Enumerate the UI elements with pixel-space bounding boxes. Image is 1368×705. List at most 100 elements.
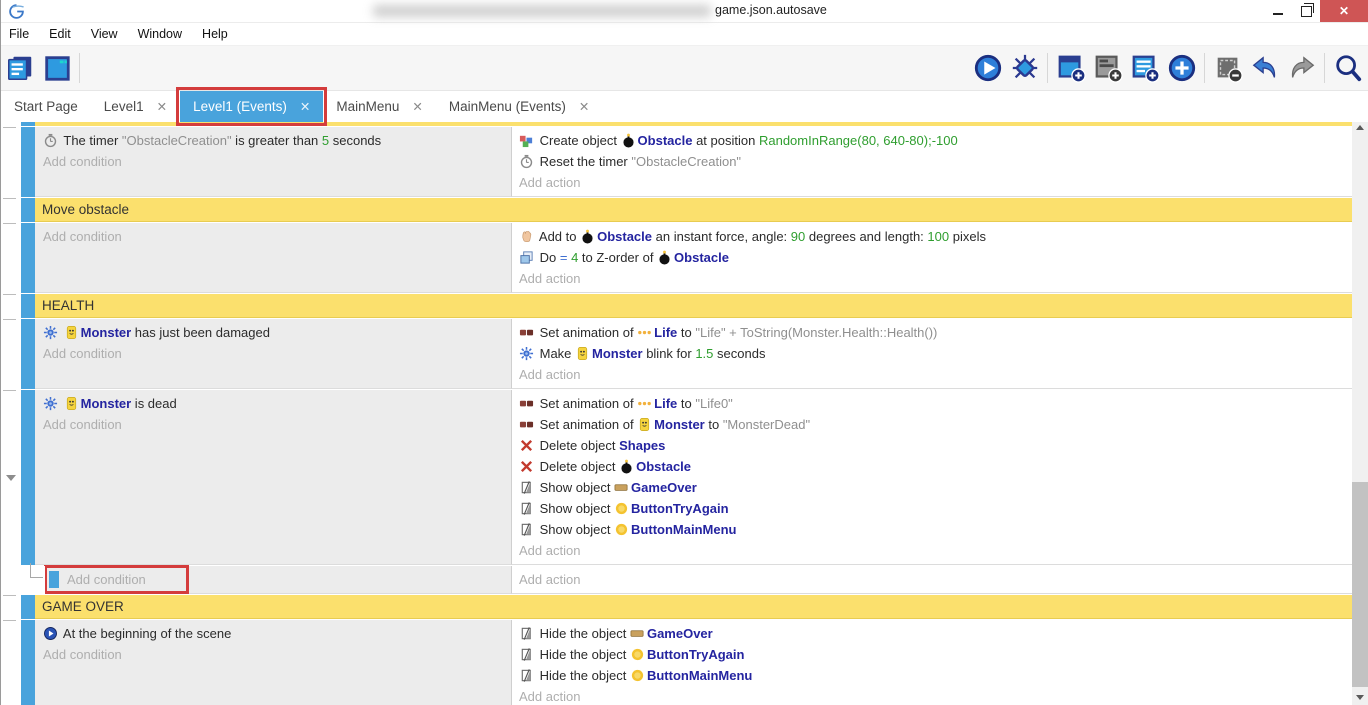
- action-line[interactable]: Hide the object GameOver: [519, 623, 1352, 644]
- tab-close-icon[interactable]: ✕: [157, 99, 167, 114]
- comment-row[interactable]: Move obstacle: [1, 198, 1352, 222]
- search-icon[interactable]: [1329, 50, 1366, 87]
- add-condition-button[interactable]: Add condition: [43, 151, 511, 172]
- restore-button[interactable]: [1292, 0, 1320, 22]
- preview-play-icon[interactable]: [969, 50, 1006, 87]
- add-comment-icon[interactable]: [1126, 50, 1163, 87]
- tab-label: MainMenu: [336, 99, 399, 114]
- toolbar-separator: [1047, 53, 1048, 83]
- scene-editor-icon[interactable]: [38, 50, 75, 87]
- scrollbar-thumb[interactable]: [1352, 482, 1368, 687]
- undo-icon[interactable]: [1246, 50, 1283, 87]
- project-manager-icon[interactable]: [1, 50, 38, 87]
- add-condition-button[interactable]: Add condition: [43, 414, 511, 435]
- tree-tick: [3, 127, 16, 128]
- add-condition-button[interactable]: Add condition: [43, 343, 511, 364]
- add-action-button[interactable]: Add action: [519, 268, 1352, 289]
- tab-mainmenu-events-[interactable]: MainMenu (Events)✕: [436, 91, 603, 122]
- close-button[interactable]: ✕: [1320, 0, 1368, 22]
- action-line[interactable]: Delete object Shapes: [519, 435, 1352, 456]
- tab-start-page[interactable]: Start Page: [1, 91, 91, 122]
- delete-event-icon[interactable]: [1209, 50, 1246, 87]
- add-new-icon[interactable]: [1163, 50, 1200, 87]
- menu-edit[interactable]: Edit: [39, 25, 81, 43]
- condition-line[interactable]: At the beginning of the scene: [43, 623, 511, 644]
- menu-view[interactable]: View: [81, 25, 128, 43]
- add-condition-button[interactable]: Add condition: [67, 569, 146, 590]
- timer-icon: [519, 154, 534, 169]
- comment-row[interactable]: GAME OVER: [1, 595, 1352, 619]
- condition-line[interactable]: The timer "ObstacleCreation" is greater …: [43, 130, 511, 151]
- event-selection-bar: [21, 620, 35, 705]
- vertical-scrollbar[interactable]: [1352, 119, 1368, 705]
- event-row[interactable]: At the beginning of the sceneAdd conditi…: [1, 620, 1352, 705]
- events-sheet: The timer "ObstacleCreation" is greater …: [1, 119, 1352, 705]
- delete-icon: [519, 459, 534, 474]
- minimize-button[interactable]: [1264, 0, 1292, 22]
- action-line[interactable]: Do = 4 to Z-order of Obstacle: [519, 247, 1352, 268]
- visibility-icon: [519, 668, 534, 683]
- scene-start-icon: [43, 626, 58, 641]
- action-line[interactable]: Set animation of Life to "Life" + ToStri…: [519, 322, 1352, 343]
- triangle-down-icon: [1356, 695, 1364, 700]
- action-line[interactable]: Show object GameOver: [519, 477, 1352, 498]
- menu-window[interactable]: Window: [128, 25, 192, 43]
- action-line[interactable]: Show object ButtonTryAgain: [519, 498, 1352, 519]
- tab-close-icon[interactable]: ✕: [579, 99, 589, 114]
- action-line[interactable]: Set animation of Life to "Life0": [519, 393, 1352, 414]
- menu-bar: FileEditViewWindowHelp: [1, 23, 1368, 46]
- tab-bar: Start PageLevel1✕Level1 (Events)✕MainMen…: [1, 91, 1368, 122]
- tab-close-icon[interactable]: ✕: [412, 99, 422, 114]
- event-gutter: [1, 595, 21, 619]
- tab-mainmenu[interactable]: MainMenu ✕: [323, 91, 436, 122]
- action-line[interactable]: Delete object Obstacle: [519, 456, 1352, 477]
- condition-line[interactable]: Monster has just been damaged: [43, 322, 511, 343]
- condition-line[interactable]: Monster is dead: [43, 393, 511, 414]
- tab-level1-events-[interactable]: Level1 (Events)✕: [180, 91, 323, 122]
- event-row[interactable]: Add condition Add to Obstacle an instant…: [1, 223, 1352, 293]
- bomb-icon: [619, 459, 634, 474]
- tree-elbow-connector: [30, 563, 43, 578]
- add-event-icon[interactable]: [1052, 50, 1089, 87]
- behavior-icon: [43, 396, 58, 411]
- scroll-down-button[interactable]: [1352, 689, 1368, 705]
- event-row[interactable]: The timer "ObstacleCreation" is greater …: [1, 127, 1352, 197]
- action-line[interactable]: Hide the object ButtonMainMenu: [519, 665, 1352, 686]
- tab-label: Start Page: [14, 99, 78, 114]
- action-line[interactable]: Create object Obstacle at position Rando…: [519, 130, 1352, 151]
- bomb-icon: [621, 133, 636, 148]
- add-action-button[interactable]: Add action: [519, 540, 1352, 561]
- sub-event-row[interactable]: Add condition Add action: [1, 566, 1352, 594]
- add-action-button[interactable]: Add action: [519, 686, 1352, 705]
- fold-arrow-icon[interactable]: [6, 475, 16, 481]
- toolbar: [1, 46, 1368, 91]
- action-line[interactable]: Set animation of Monster to "MonsterDead…: [519, 414, 1352, 435]
- monster-icon: [64, 325, 79, 340]
- menu-file[interactable]: File: [0, 25, 39, 43]
- conditions-cell: Add condition: [35, 223, 512, 293]
- add-subevent-icon[interactable]: [1089, 50, 1126, 87]
- comment-text: Move obstacle: [35, 198, 1352, 222]
- redo-icon[interactable]: [1283, 50, 1320, 87]
- action-line[interactable]: Reset the timer "ObstacleCreation": [519, 151, 1352, 172]
- event-selection-bar: [21, 595, 35, 619]
- event-row[interactable]: Monster is deadAdd condition Set animati…: [1, 390, 1352, 565]
- action-line[interactable]: Make Monster blink for 1.5 seconds: [519, 343, 1352, 364]
- add-action-button[interactable]: Add action: [519, 569, 580, 590]
- add-action-button[interactable]: Add action: [519, 364, 1352, 385]
- event-row[interactable]: Monster has just been damagedAdd conditi…: [1, 319, 1352, 389]
- comment-row[interactable]: HEALTH: [1, 294, 1352, 318]
- add-action-button[interactable]: Add action: [519, 172, 1352, 193]
- action-line[interactable]: Add to Obstacle an instant force, angle:…: [519, 226, 1352, 247]
- add-condition-button[interactable]: Add condition: [43, 226, 511, 247]
- add-condition-button[interactable]: Add condition: [43, 644, 511, 665]
- action-line[interactable]: Hide the object ButtonTryAgain: [519, 644, 1352, 665]
- tab-close-icon[interactable]: ✕: [300, 99, 310, 114]
- actions-cell: Hide the object GameOver Hide the object…: [512, 620, 1352, 705]
- tab-level1[interactable]: Level1✕: [91, 91, 180, 122]
- menu-help[interactable]: Help: [192, 25, 238, 43]
- action-line[interactable]: Show object ButtonMainMenu: [519, 519, 1352, 540]
- event-gutter: [1, 198, 21, 222]
- debug-icon[interactable]: [1006, 50, 1043, 87]
- window-title: game.json.autosave: [715, 3, 827, 17]
